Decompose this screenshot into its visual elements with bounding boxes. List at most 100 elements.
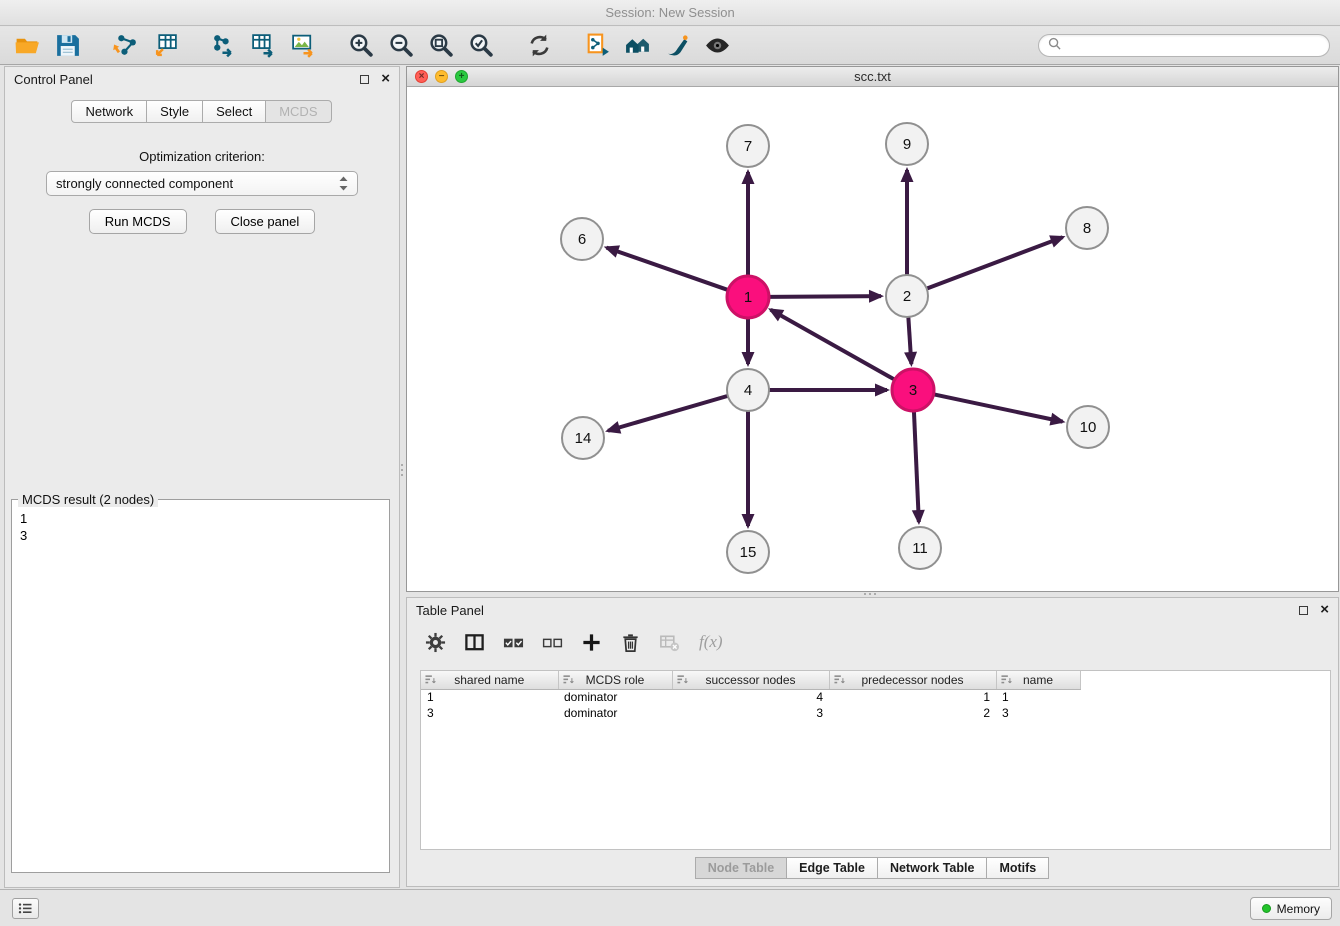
edge-2-3[interactable] [908,317,911,364]
memory-button[interactable]: Memory [1250,897,1332,920]
edge-2-8[interactable] [927,237,1063,288]
column-header-mcds-role[interactable]: MCDS role [558,671,672,689]
delete-table-icon [656,629,682,655]
node-label: 11 [912,540,928,557]
optimization-dropdown[interactable]: strongly connected component [46,171,358,196]
table-panel-close-icon[interactable]: × [1320,604,1329,616]
tab-mcds[interactable]: MCDS [265,100,331,123]
network-window: × − + scc.txt 7 9 6 8 1 2 4 3 14 10 15 11 [406,66,1339,592]
dropdown-value: strongly connected component [56,176,233,191]
edge-4-14[interactable] [608,396,728,431]
tab-network-table[interactable]: Network Table [877,857,988,879]
network-graph: 7 9 6 8 1 2 4 3 14 10 15 11 [407,87,1338,591]
node-label: 15 [740,544,757,561]
maximize-window-button[interactable]: + [455,70,468,83]
edge-1-6[interactable] [607,248,729,290]
app-window: Session: New Session Control Panel × Net… [0,0,1340,926]
column-header-successor-nodes[interactable]: successor nodes [672,671,829,689]
style-icon[interactable] [660,30,694,62]
select-all-rows-icon[interactable] [500,629,526,655]
optimization-label: Optimization criterion: [5,149,399,164]
node-7[interactable]: 7 [727,125,769,167]
table-settings-gear-icon[interactable] [422,629,448,655]
node-8[interactable]: 8 [1066,207,1108,249]
column-header-name[interactable]: name [996,671,1080,689]
control-panel-title: Control Panel [14,72,93,87]
node-11[interactable]: 11 [899,527,941,569]
zoom-fit-icon[interactable] [424,30,458,62]
node-15[interactable]: 15 [727,531,769,573]
edge-3-11[interactable] [914,411,919,522]
add-column-icon[interactable] [578,629,604,655]
node-6[interactable]: 6 [561,218,603,260]
fx-label: f(x) [695,632,727,652]
refresh-icon[interactable] [522,30,556,62]
minimize-window-button[interactable]: − [435,70,448,83]
node-4[interactable]: 4 [727,369,769,411]
edge-3-1[interactable] [771,310,895,380]
node-2[interactable]: 2 [886,275,928,317]
column-header-predecessor-nodes[interactable]: predecessor nodes [829,671,996,689]
node-3[interactable]: 3 [892,369,934,411]
node-1[interactable]: 1 [727,276,769,318]
open-file-icon[interactable] [10,30,44,62]
tab-network[interactable]: Network [71,100,147,123]
control-panel-float-icon[interactable] [360,75,369,84]
control-panel-close-icon[interactable]: × [381,73,390,85]
edge-1-2[interactable] [769,296,881,297]
tab-motifs[interactable]: Motifs [986,857,1049,879]
control-panel-header: Control Panel × [5,67,399,91]
zoom-out-icon[interactable] [384,30,418,62]
close-panel-button[interactable]: Close panel [215,209,316,234]
network-window-titlebar[interactable]: × − + scc.txt [407,67,1338,87]
zoom-selected-icon[interactable] [464,30,498,62]
node-14[interactable]: 14 [562,417,604,459]
table-panel-float-icon[interactable] [1299,606,1308,615]
tab-style[interactable]: Style [146,100,203,123]
close-window-button[interactable]: × [415,70,428,83]
mcds-result-title: MCDS result (2 nodes) [18,492,158,507]
edge-3-10[interactable] [934,394,1063,421]
result-line: 1 [20,510,381,527]
mcds-buttons: Run MCDS Close panel [5,209,399,234]
search-input[interactable] [1067,38,1320,53]
table-cell: 1 [996,689,1080,705]
zoom-in-icon[interactable] [344,30,378,62]
import-table-icon[interactable] [148,30,182,62]
node-9[interactable]: 9 [886,123,928,165]
table-panel-header: Table Panel × [407,598,1338,622]
sort-icon [677,674,688,688]
show-columns-icon[interactable] [461,629,487,655]
column-label: shared name [454,673,524,687]
table-cell: dominator [558,705,672,721]
table-row[interactable]: 3dominator323 [421,705,1080,721]
node-10[interactable]: 10 [1067,406,1109,448]
network-canvas[interactable]: 7 9 6 8 1 2 4 3 14 10 15 11 [407,87,1338,591]
show-hide-icon[interactable] [700,30,734,62]
table-cell: 4 [672,689,829,705]
tab-node-table[interactable]: Node Table [695,857,787,879]
task-history-button[interactable] [12,898,39,919]
tab-edge-table[interactable]: Edge Table [786,857,878,879]
table-panel: Table Panel × f(x) shared name MCDS roles… [406,597,1339,887]
run-mcds-button[interactable]: Run MCDS [89,209,187,234]
table-row[interactable]: 1dominator411 [421,689,1080,705]
overview-icon[interactable] [620,30,654,62]
deselect-all-rows-icon[interactable] [539,629,565,655]
search-field[interactable] [1038,34,1330,57]
export-network-icon[interactable] [206,30,240,62]
copy-network-icon[interactable] [580,30,614,62]
node-label: 2 [903,288,911,305]
window-titlebar[interactable]: Session: New Session [0,0,1340,26]
export-table-icon[interactable] [246,30,280,62]
import-network-icon[interactable] [108,30,142,62]
export-image-icon[interactable] [286,30,320,62]
save-session-icon[interactable] [50,30,84,62]
table-cell: 3 [996,705,1080,721]
column-header-shared-name[interactable]: shared name [421,671,558,689]
table-toolbar: f(x) [407,622,1338,662]
tab-select[interactable]: Select [202,100,266,123]
function-builder-icon: f(x) [695,629,727,655]
node-label: 1 [744,289,752,306]
delete-column-icon[interactable] [617,629,643,655]
